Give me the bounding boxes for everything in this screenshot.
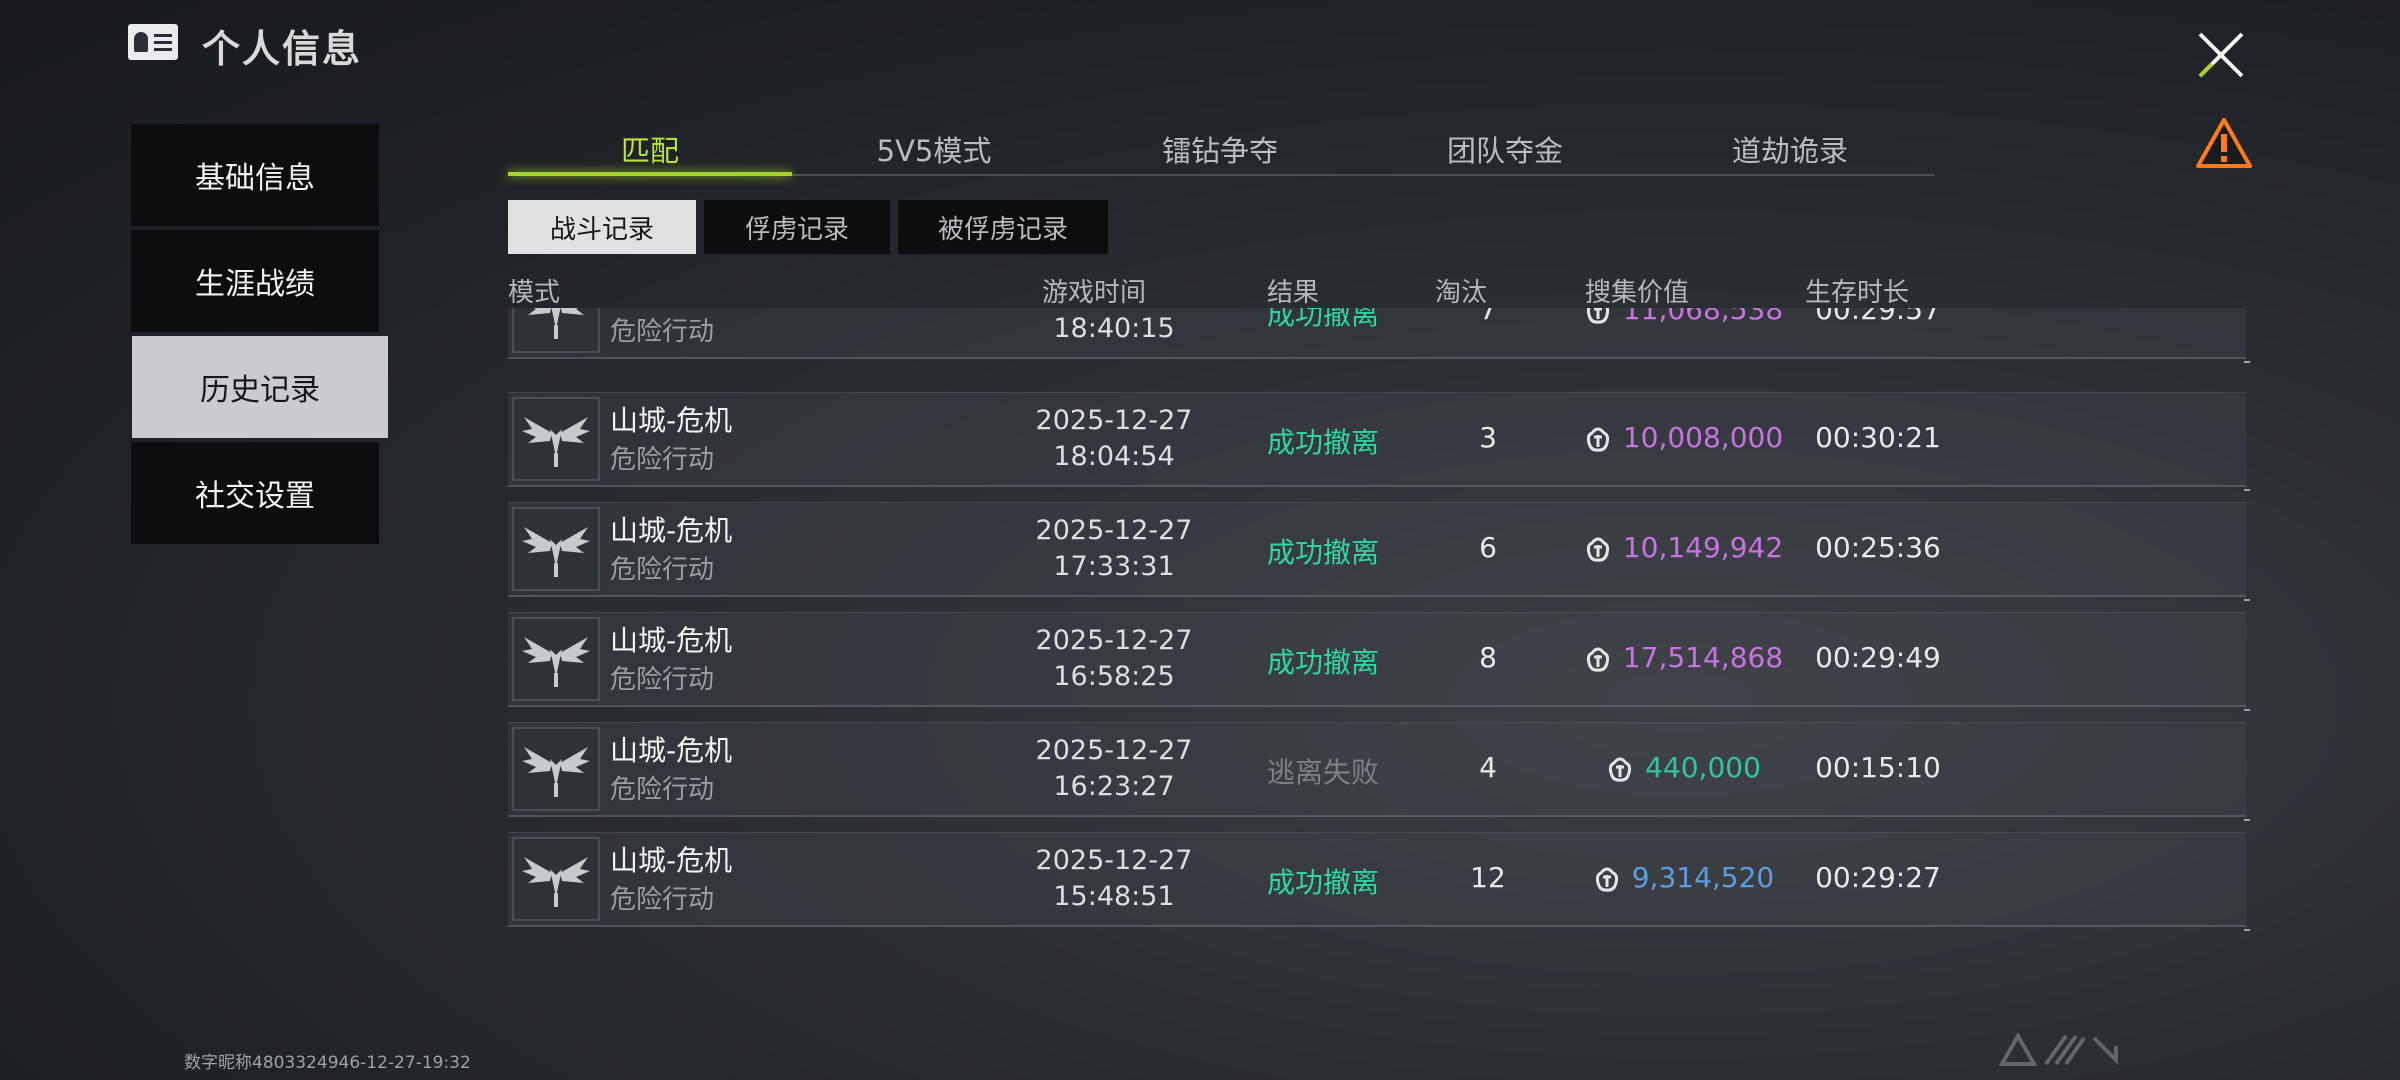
map-name: 山城-危机 — [610, 734, 733, 767]
col-header-result: 结果 — [1267, 278, 1320, 308]
game-date: 2025-12-27 — [1035, 735, 1193, 766]
value-bag-icon — [1583, 308, 1613, 325]
tab-5v5[interactable]: 5V5模式 — [792, 128, 1076, 174]
row-divider-mark — [2244, 709, 2250, 711]
value-bag-icon — [1583, 643, 1613, 673]
table-row[interactable]: 山城-危机 危险行动 2025-12-27 18:04:54 成功撤离 3 10,008,0… — [508, 392, 2250, 491]
map-name: 山城-危机 — [610, 404, 733, 437]
map-name: 山城-危机 — [610, 514, 733, 547]
result-text: 成功撤离 — [1266, 426, 1379, 459]
value-bag-icon — [1583, 423, 1613, 453]
survival-duration: 00:29:57 — [1815, 308, 1941, 326]
value-bag-icon — [1605, 753, 1635, 783]
warning-icon[interactable] — [2194, 116, 2254, 172]
winged-emblem-icon — [512, 397, 600, 481]
row-divider-mark — [2244, 361, 2250, 363]
mode-name: 危险行动 — [610, 665, 715, 695]
game-time: 16:58:25 — [1053, 661, 1175, 692]
result-text: 逃离失败 — [1266, 756, 1379, 789]
col-header-value: 搜集价值 — [1585, 278, 1690, 308]
map-name: 山城-危机 — [610, 844, 733, 877]
table-row[interactable]: 山城-危机 危险行动 2025-12-27 16:23:27 逃离失败 4 440,000 0… — [508, 722, 2250, 821]
subtab-captive-record[interactable]: 俘虏记录 — [704, 200, 890, 254]
game-time: 18:40:15 — [1053, 313, 1175, 344]
watermark-text: 数字昵称4803324946-12-27-19:32 — [184, 1053, 471, 1073]
side-item-label: 生涯战绩 — [195, 267, 315, 302]
mode-name: 危险行动 — [610, 775, 715, 805]
winged-emblem-icon — [512, 727, 600, 811]
table-row[interactable]: 山城-危机 危险行动 2025-12-27 17:33:31 成功撤离 6 10,149,9… — [508, 502, 2250, 601]
survival-duration: 00:29:49 — [1815, 641, 1941, 674]
winged-emblem-icon — [512, 507, 600, 591]
table-row[interactable]: 山城-危机 危险行动 2025-12-27 16:58:25 成功撤离 8 17,514,8… — [508, 612, 2250, 711]
close-icon[interactable] — [2196, 30, 2246, 80]
game-time: 16:23:27 — [1053, 771, 1175, 802]
row-divider-mark — [2244, 929, 2250, 931]
result-text: 成功撤离 — [1266, 646, 1379, 679]
page-title: 个人信息 — [202, 27, 363, 71]
survival-duration: 00:29:27 — [1815, 861, 1941, 894]
id-card-icon — [128, 24, 178, 60]
winged-emblem-icon — [512, 617, 600, 701]
game-time: 17:33:31 — [1053, 551, 1175, 582]
active-tab-indicator — [508, 172, 792, 176]
col-header-time: 游戏时间 — [1042, 278, 1147, 308]
game-date: 2025-12-27 — [1035, 405, 1193, 436]
mode-name: 危险行动 — [610, 445, 715, 475]
side-item-label: 基础信息 — [195, 161, 315, 196]
subtab-captured-record[interactable]: 被俘虏记录 — [898, 200, 1108, 254]
game-date: 2025-12-27 — [1035, 845, 1193, 876]
row-divider-mark — [2244, 489, 2250, 491]
subtab-battle-record[interactable]: 战斗记录 — [508, 200, 696, 254]
value-bag-icon — [1592, 863, 1622, 893]
col-header-duration: 生存时长 — [1805, 278, 1910, 308]
game-date: 2025-12-27 — [1035, 625, 1193, 656]
table-row[interactable]: 山城-危机 危险行动 2025-12-27 15:48:51 成功撤离 12 9,314,5… — [508, 832, 2250, 931]
survival-duration: 00:30:21 — [1815, 421, 1941, 454]
table-row[interactable]: 山城-危机危险行动2025-12-2718:40:15成功撤离711,068,5… — [508, 308, 2250, 363]
game-time: 18:04:54 — [1053, 441, 1175, 472]
result-text: 成功撤离 — [1266, 308, 1379, 331]
result-text: 成功撤离 — [1266, 866, 1379, 899]
game-date: 2025-12-27 — [1035, 515, 1193, 546]
mode-name: 危险行动 — [610, 317, 715, 347]
tab-match[interactable]: 匹配 — [508, 128, 792, 174]
game-time: 15:48:51 — [1053, 881, 1175, 912]
map-name: 山城-危机 — [610, 624, 733, 657]
value-bag-icon — [1583, 533, 1613, 563]
close-button[interactable] — [2196, 30, 2246, 80]
mode-tabs: 匹配 5V5模式 镭钻争夺 团队夺金 道劫诡录 — [508, 128, 1934, 176]
winged-emblem-icon — [512, 308, 600, 353]
mode-name: 危险行动 — [610, 885, 715, 915]
row-divider-mark — [2244, 599, 2250, 601]
report-button[interactable] — [2194, 116, 2254, 172]
brand-logo — [1998, 1031, 2118, 1066]
survival-duration: 00:25:36 — [1815, 531, 1941, 564]
side-item-basic-info[interactable]: 基础信息 — [131, 124, 379, 226]
survival-duration: 00:15:10 — [1815, 751, 1941, 784]
col-header-mode: 模式 — [508, 278, 561, 308]
tab-daojie[interactable]: 道劫诡录 — [1648, 128, 1932, 174]
row-divider-mark — [2244, 819, 2250, 821]
result-text: 成功撤离 — [1266, 536, 1379, 569]
mode-name: 危险行动 — [610, 555, 715, 585]
value-amount: 440,000 — [1645, 751, 1761, 784]
winged-emblem-icon — [512, 837, 600, 921]
tab-diamond[interactable]: 镭钻争夺 — [1078, 128, 1362, 174]
col-header-kills: 淘汰 — [1435, 278, 1488, 308]
tab-team-gold[interactable]: 团队夺金 — [1363, 128, 1647, 174]
record-list[interactable]: 山城-危机危险行动2025-12-2718:40:15成功撤离711,068,5… — [0, 308, 2400, 938]
